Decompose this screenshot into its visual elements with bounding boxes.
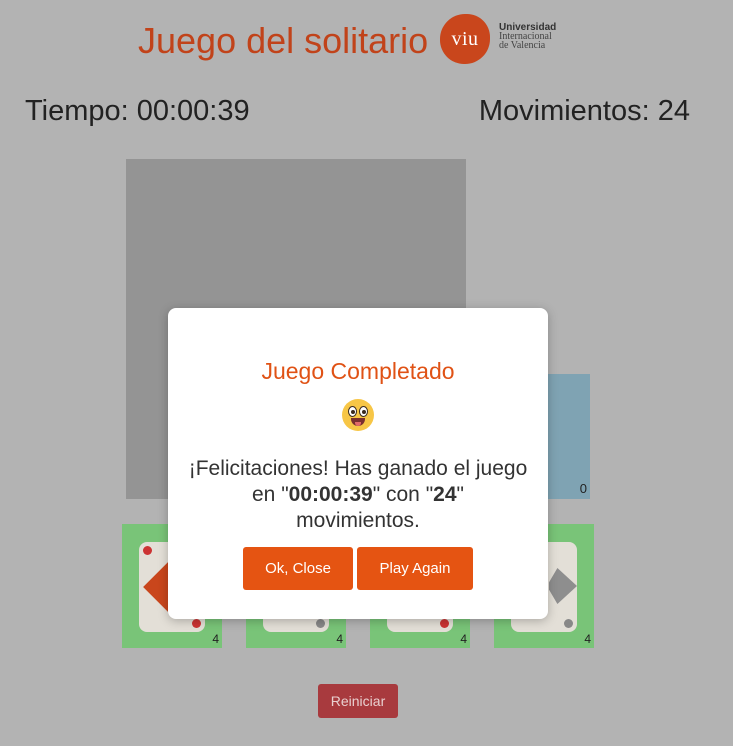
pile-count: 4: [460, 632, 467, 646]
club-icon: [564, 619, 573, 628]
dialog-message: ¡Felicitaciones! Has ganado el juego en …: [188, 456, 528, 534]
diamond-icon: [192, 619, 201, 628]
diamond-icon: [143, 546, 152, 555]
discard-pile[interactable]: 0: [546, 374, 590, 499]
pile-count: 4: [212, 632, 219, 646]
pile-count: 4: [336, 632, 343, 646]
final-time: 00:00:39: [288, 483, 373, 506]
grinning-face-icon: [342, 399, 374, 431]
message-middle: " con ": [372, 483, 434, 506]
header: Juego del solitario viu Universidad Inte…: [0, 0, 733, 80]
spade-icon: [316, 619, 325, 628]
viu-logo: viu Universidad Internacional de Valenci…: [440, 14, 580, 66]
game-complete-dialog: Juego Completado ¡Felicitaciones! Has ga…: [168, 308, 548, 619]
discard-count: 0: [579, 481, 587, 496]
reset-button[interactable]: Reiniciar: [318, 684, 398, 718]
pile-count: 4: [584, 632, 591, 646]
viu-logo-mark: viu: [440, 14, 490, 64]
ok-close-button[interactable]: Ok, Close: [243, 547, 353, 590]
time-display: Tiempo: 00:00:39: [25, 95, 250, 127]
play-again-button[interactable]: Play Again: [357, 547, 473, 590]
logo-line-3: de Valencia: [499, 40, 546, 51]
logo-mark-text: viu: [451, 27, 479, 50]
page-title: Juego del solitario: [138, 20, 429, 61]
club-suit-icon: [549, 568, 577, 604]
logo-text: Universidad Internacional de Valencia: [499, 23, 556, 51]
heart-icon: [440, 619, 449, 628]
final-moves: 24: [433, 483, 457, 506]
moves-display: Movimientos: 24: [478, 95, 690, 127]
dialog-title: Juego Completado: [261, 358, 455, 384]
